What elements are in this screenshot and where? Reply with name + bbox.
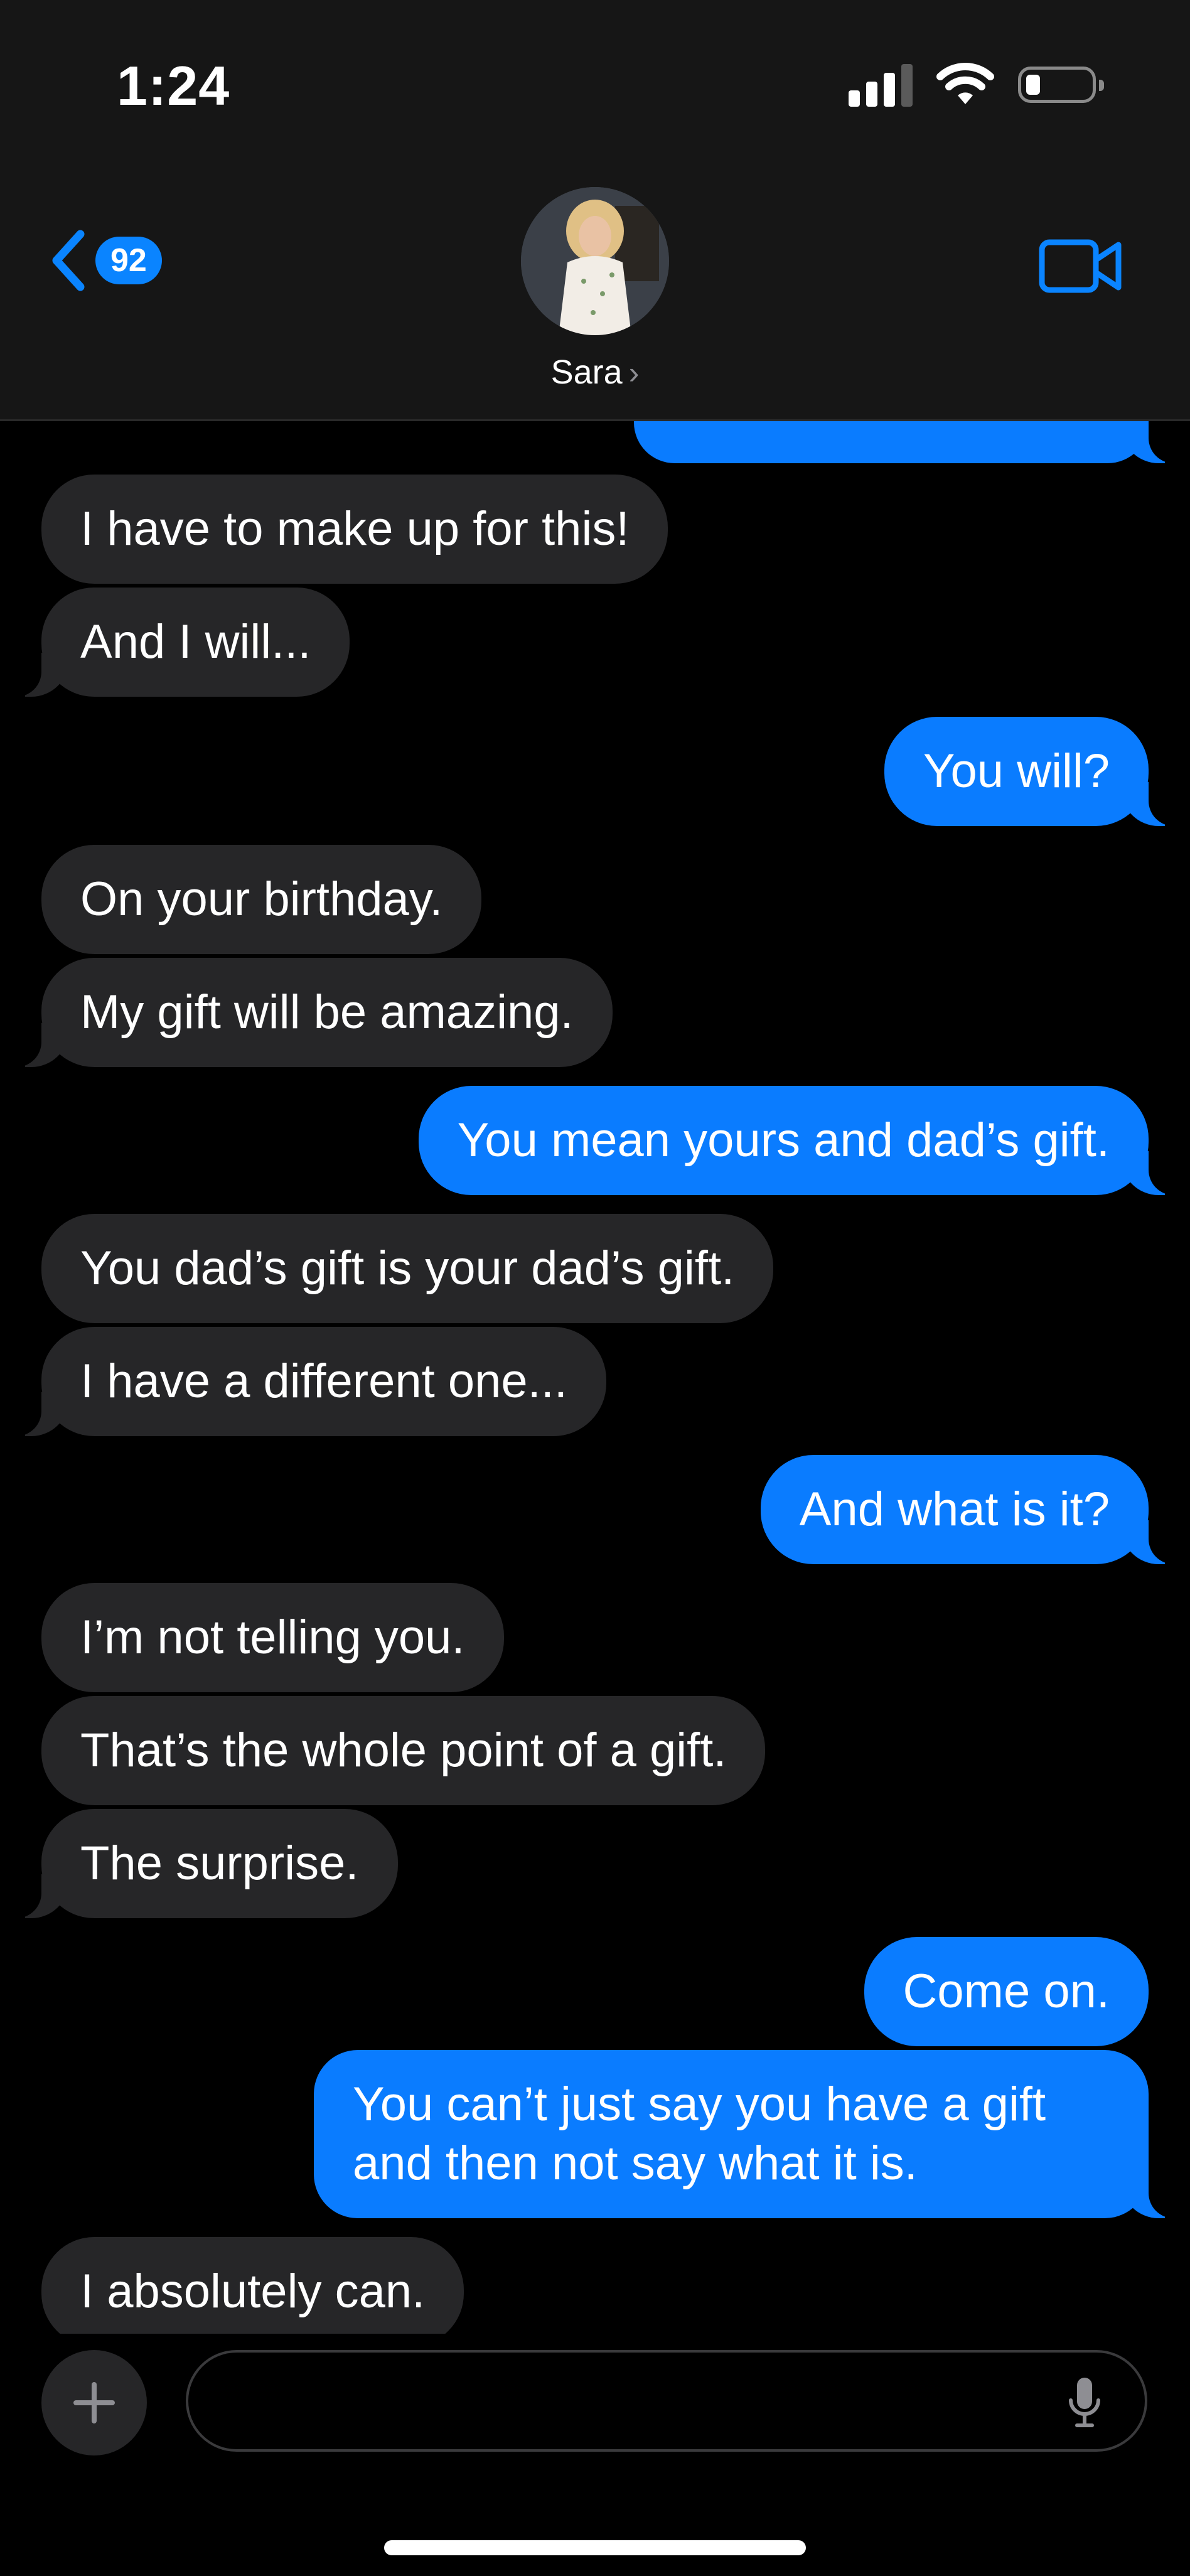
message-bubble-incoming[interactable]: That’s the whole point of a gift. bbox=[41, 1696, 766, 1805]
message-bubble-incoming[interactable]: And I will... bbox=[13, 588, 350, 697]
message-bubble-incoming[interactable]: I’m not telling you. bbox=[41, 1583, 504, 1692]
message-text: The surprise. bbox=[80, 1837, 359, 1890]
video-call-button[interactable] bbox=[1038, 236, 1123, 299]
composer-bar bbox=[0, 2334, 1190, 2576]
cellular-signal-icon bbox=[849, 63, 913, 107]
microphone-icon[interactable] bbox=[1066, 2374, 1103, 2433]
message-input[interactable] bbox=[186, 2350, 1147, 2452]
message-text: I’m not telling you. bbox=[80, 1611, 465, 1664]
message-bubble-incoming[interactable]: The surprise. bbox=[14, 1809, 398, 1918]
message-text: That’s the whole point of a gift. bbox=[80, 1724, 727, 1777]
add-attachment-button[interactable] bbox=[41, 2350, 147, 2455]
message-bubble-incoming[interactable]: On your birthday. bbox=[41, 845, 482, 954]
message-text: And I will... bbox=[80, 615, 311, 668]
home-indicator[interactable] bbox=[384, 2540, 806, 2555]
message-text: And what is it? bbox=[799, 1483, 1110, 1536]
message-text: I have to make up for this! bbox=[80, 502, 630, 555]
contact-chevron-icon: › bbox=[628, 355, 640, 390]
contact-avatar[interactable] bbox=[521, 187, 669, 335]
unread-count-badge: 92 bbox=[95, 237, 162, 284]
message-bubble-outgoing[interactable]: You can’t just say you have a gift and t… bbox=[314, 2050, 1176, 2218]
message-bubble-incoming[interactable]: I have to make up for this! bbox=[41, 475, 668, 584]
battery-icon bbox=[1018, 67, 1104, 103]
conversation-header: 1:24 92 Sara › bbox=[0, 0, 1190, 421]
plus-icon bbox=[73, 2382, 115, 2423]
contact-name-label: Sara bbox=[550, 353, 623, 391]
message-bubble-outgoing[interactable]: Come on. bbox=[864, 1937, 1149, 2046]
message-text: I have a different one... bbox=[80, 1355, 568, 1408]
message-text: You dad’s gift is your dad’s gift. bbox=[80, 1242, 735, 1295]
message-bubble-incoming[interactable]: I absolutely can. bbox=[41, 2237, 464, 2334]
message-text: You will? bbox=[923, 744, 1110, 798]
message-bubble-outgoing[interactable] bbox=[634, 419, 1176, 463]
status-icons bbox=[849, 63, 1104, 107]
message-list[interactable]: I have to make up for this! And I will..… bbox=[0, 419, 1190, 2334]
contact-name[interactable]: Sara › bbox=[0, 353, 1190, 392]
message-text: You mean yours and dad’s gift. bbox=[457, 1114, 1110, 1167]
message-text: On your birthday. bbox=[80, 872, 443, 926]
message-bubble-incoming[interactable]: I have a different one... bbox=[13, 1327, 607, 1436]
message-bubble-outgoing[interactable]: You mean yours and dad’s gift. bbox=[418, 1086, 1177, 1195]
message-bubble-incoming[interactable]: You dad’s gift is your dad’s gift. bbox=[41, 1214, 774, 1323]
wifi-icon bbox=[936, 63, 994, 104]
message-text: My gift will be amazing. bbox=[80, 985, 574, 1039]
message-bubble-outgoing[interactable]: And what is it? bbox=[760, 1455, 1177, 1564]
message-bubble-outgoing[interactable]: You will? bbox=[884, 717, 1177, 826]
back-button[interactable]: 92 bbox=[50, 229, 162, 292]
video-camera-icon bbox=[1039, 239, 1122, 293]
message-text: Come on. bbox=[903, 1965, 1110, 2018]
back-chevron-icon bbox=[52, 230, 85, 291]
message-text: I absolutely can. bbox=[80, 2265, 426, 2318]
status-time: 1:24 bbox=[117, 55, 230, 117]
avatar-photo bbox=[521, 187, 669, 335]
message-bubble-incoming[interactable]: My gift will be amazing. bbox=[14, 958, 613, 1067]
message-text: You can’t just say you have a gift and t… bbox=[353, 2078, 1046, 2190]
